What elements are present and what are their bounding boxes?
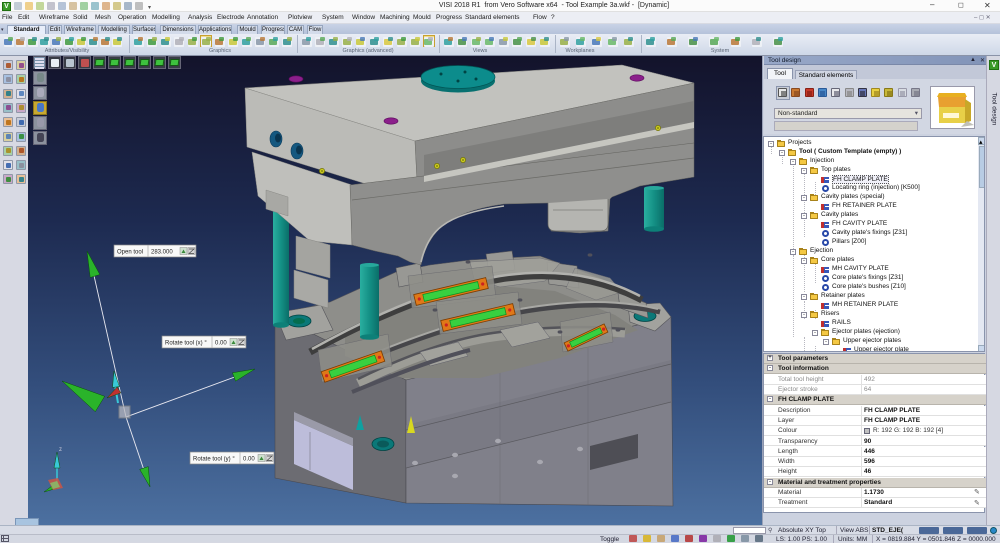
svg-text:0.00: 0.00 <box>243 457 255 463</box>
svg-text:Open tool: Open tool <box>117 250 143 256</box>
svg-text:283.000: 283.000 <box>151 250 173 256</box>
svg-text:Rotate tool (x) °: Rotate tool (x) ° <box>165 341 207 347</box>
svg-text:Rotate tool (y) °: Rotate tool (y) ° <box>193 457 235 463</box>
svg-text:0.00: 0.00 <box>215 341 227 347</box>
svg-text:z: z <box>59 447 62 453</box>
